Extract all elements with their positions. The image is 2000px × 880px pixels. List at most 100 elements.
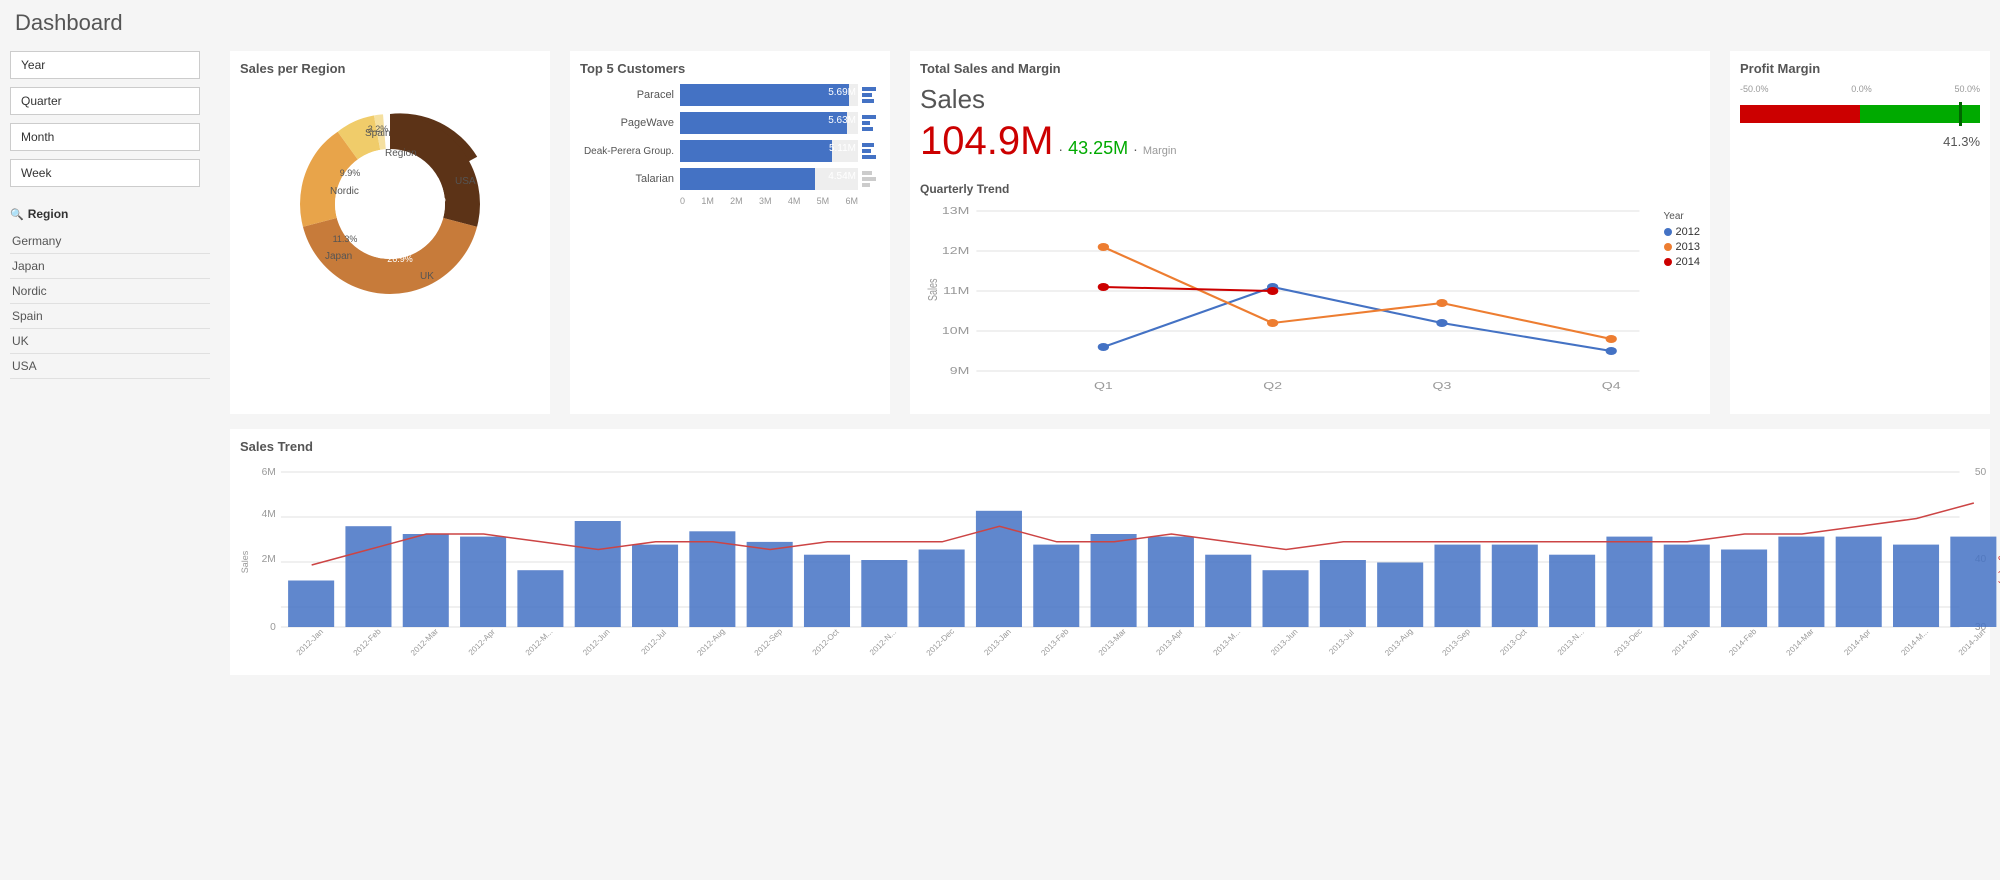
top5-customers-panel: Top 5 Customers Paracel 5.69M <box>570 51 890 414</box>
svg-text:2014-Feb: 2014-Feb <box>1727 627 1759 658</box>
svg-text:6M: 6M <box>262 467 276 478</box>
svg-text:2014-Mar: 2014-Mar <box>1785 627 1816 658</box>
bar-label-paracel: Paracel <box>580 89 680 101</box>
svg-text:4M: 4M <box>262 509 276 520</box>
svg-text:2014-M...: 2014-M... <box>1899 627 1930 657</box>
bar-row-talarian: Talarian 4.54M <box>580 168 880 190</box>
svg-text:2012-Jun: 2012-Jun <box>581 627 612 657</box>
svg-text:Q4: Q4 <box>1602 380 1621 391</box>
sales-word-label: Sales <box>920 84 1176 115</box>
svg-text:Japan: Japan <box>325 251 352 262</box>
bar-mini-talarian <box>862 171 880 187</box>
svg-text:11.3%: 11.3% <box>333 234 358 244</box>
sales-sub: 104.9M · 43.25M · Margin <box>920 119 1176 164</box>
sales-trend-panel: Sales Trend 0 2M 4M 6M 30 40 <box>230 429 1990 675</box>
search-icon: 🔍 <box>10 208 24 221</box>
region-spain[interactable]: Spain <box>10 304 210 329</box>
total-sales-panel: Total Sales and Margin Sales 104.9M · 43… <box>910 51 1710 414</box>
svg-text:2012-N...: 2012-N... <box>868 627 898 657</box>
svg-text:2013-Oct: 2013-Oct <box>1498 627 1529 657</box>
bar-row-pagewave: PageWave 5.63M <box>580 112 880 134</box>
top-row: Sales per Region <box>230 51 1990 414</box>
svg-text:2013-Apr: 2013-Apr <box>1155 627 1185 657</box>
customers-bar-chart: Paracel 5.69M PageWave <box>580 84 880 206</box>
bar-label-talarian: Talarian <box>580 173 680 185</box>
region-nordic[interactable]: Nordic <box>10 279 210 304</box>
region-section: 🔍 Region Germany Japan Nordic Spain UK U… <box>10 207 210 379</box>
sidebar: Year Quarter Month Week 🔍 Region Germany… <box>0 41 220 880</box>
svg-text:Nordic: Nordic <box>330 186 359 197</box>
bar-row-deakperera: Deak-Perera Group. 5.11M <box>580 140 880 162</box>
quarterly-legend: Year 2012 2013 2014 <box>1664 201 1700 404</box>
svg-text:9M: 9M <box>950 365 970 376</box>
filter-quarter-button[interactable]: Quarter <box>10 87 200 115</box>
bar-fill-talarian <box>680 168 815 190</box>
svg-text:2012-Dec: 2012-Dec <box>925 627 956 658</box>
svg-text:Region: Region <box>385 148 417 159</box>
profit-bar <box>1740 99 1980 129</box>
svg-text:0: 0 <box>270 622 276 633</box>
bar-value-talarian: 4.54M <box>828 171 856 182</box>
quarterly-chart-section: Quarterly Trend 9M <box>920 182 1700 404</box>
svg-text:UK: UK <box>420 271 434 282</box>
svg-text:2012-Apr: 2012-Apr <box>467 627 497 657</box>
region-germany[interactable]: Germany <box>10 229 210 254</box>
profit-margin-panel: Profit Margin -50.0% 0.0% 50.0% 41.3% <box>1730 51 1990 414</box>
svg-text:11M: 11M <box>943 285 969 296</box>
filter-year-button[interactable]: Year <box>10 51 200 79</box>
sales-region-title: Sales per Region <box>240 61 540 76</box>
svg-text:2M: 2M <box>262 554 276 565</box>
sales-trend-chart: 0 2M 4M 6M 30 40 50 Sales Margin (%) <box>240 462 1980 665</box>
svg-text:26.9%: 26.9% <box>387 254 413 264</box>
donut-chart: USA UK Japan Nordic Spain Region 45.5% 2… <box>270 84 510 324</box>
svg-text:2013-Aug: 2013-Aug <box>1383 627 1415 658</box>
bar-outer-paracel: 5.69M <box>680 84 858 106</box>
svg-text:Q2: Q2 <box>1263 380 1282 391</box>
svg-text:2013-Sep: 2013-Sep <box>1440 627 1472 658</box>
sales-trend-title: Sales Trend <box>240 439 1980 454</box>
svg-text:2013-N...: 2013-N... <box>1556 627 1586 657</box>
svg-text:2013-Dec: 2013-Dec <box>1612 627 1643 658</box>
svg-text:12M: 12M <box>942 245 969 256</box>
svg-text:2012-Oct: 2012-Oct <box>811 627 842 657</box>
profit-axis: -50.0% 0.0% 50.0% <box>1740 84 1980 94</box>
svg-text:10M: 10M <box>942 325 969 336</box>
region-section-title: 🔍 Region <box>10 207 210 221</box>
svg-text:2012-M...: 2012-M... <box>524 627 555 657</box>
svg-text:2012-Sep: 2012-Sep <box>753 627 785 658</box>
svg-text:2013-Jul: 2013-Jul <box>1327 628 1356 656</box>
svg-text:2012-Feb: 2012-Feb <box>352 627 384 658</box>
bar-mini-pagewave <box>862 115 880 131</box>
bar-value-deakperera: 5.11M <box>829 143 856 154</box>
bar-fill-deakperera <box>680 140 832 162</box>
region-usa[interactable]: USA <box>10 354 210 379</box>
bar-value-paracel: 5.69M <box>828 87 856 98</box>
region-japan[interactable]: Japan <box>10 254 210 279</box>
svg-text:2014-Apr: 2014-Apr <box>1842 627 1872 657</box>
dashboard-title: Dashboard <box>0 0 2000 41</box>
margin-label: Margin <box>1143 145 1177 157</box>
sales-metric: Total Sales and Margin Sales 104.9M · 43… <box>920 61 1176 172</box>
region-uk[interactable]: UK <box>10 329 210 354</box>
profit-bar-red <box>1740 105 1860 123</box>
filter-week-button[interactable]: Week <box>10 159 200 187</box>
svg-text:2014-Jun: 2014-Jun <box>1957 627 1988 657</box>
svg-text:Q1: Q1 <box>1094 380 1113 391</box>
svg-text:2013-Jan: 2013-Jan <box>982 627 1013 657</box>
svg-text:2013-Mar: 2013-Mar <box>1097 627 1128 658</box>
filter-month-button[interactable]: Month <box>10 123 200 151</box>
bar-outer-pagewave: 5.63M <box>680 112 858 134</box>
svg-text:2013-Feb: 2013-Feb <box>1039 627 1071 658</box>
svg-text:2012-Jul: 2012-Jul <box>639 628 668 656</box>
svg-text:Sales: Sales <box>927 278 941 301</box>
profit-marker <box>1959 102 1962 126</box>
sales-region-panel: Sales per Region <box>230 51 550 414</box>
svg-text:2013-Jun: 2013-Jun <box>1269 627 1300 657</box>
svg-text:9.9%: 9.9% <box>340 168 361 178</box>
filter-buttons: Year Quarter Month Week <box>10 51 210 187</box>
legend-2012: 2012 <box>1664 226 1700 238</box>
svg-text:Q3: Q3 <box>1433 380 1452 391</box>
svg-text:Sales: Sales <box>240 550 250 573</box>
profit-value: 41.3% <box>1740 134 1980 149</box>
bar-mini-deakperera <box>862 143 880 159</box>
